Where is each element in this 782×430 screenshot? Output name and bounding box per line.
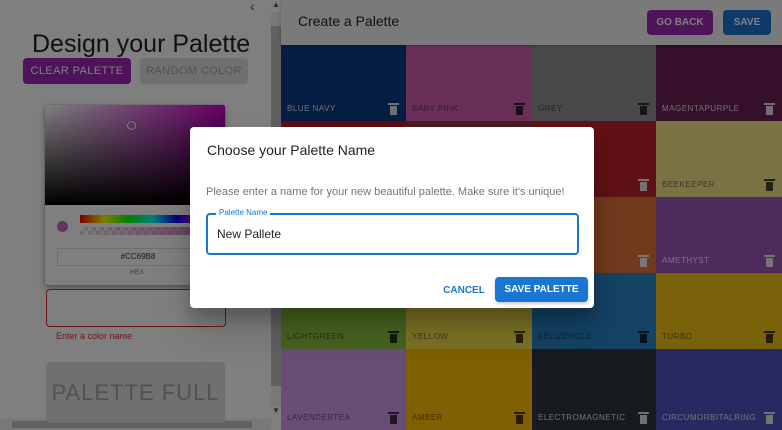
cancel-button[interactable]: CANCEL — [438, 279, 490, 301]
dialog-title: Choose your Palette Name — [207, 142, 376, 158]
palette-name-field[interactable]: Palette Name New Pallete — [206, 208, 579, 255]
palette-name-input[interactable]: New Pallete — [217, 227, 281, 241]
palette-name-label: Palette Name — [216, 208, 271, 217]
dialog-description: Please enter a name for your new beautif… — [206, 186, 565, 198]
palette-name-dialog: Choose your Palette Name Please enter a … — [190, 127, 594, 308]
save-palette-button[interactable]: SAVE PALETTE — [495, 277, 588, 302]
